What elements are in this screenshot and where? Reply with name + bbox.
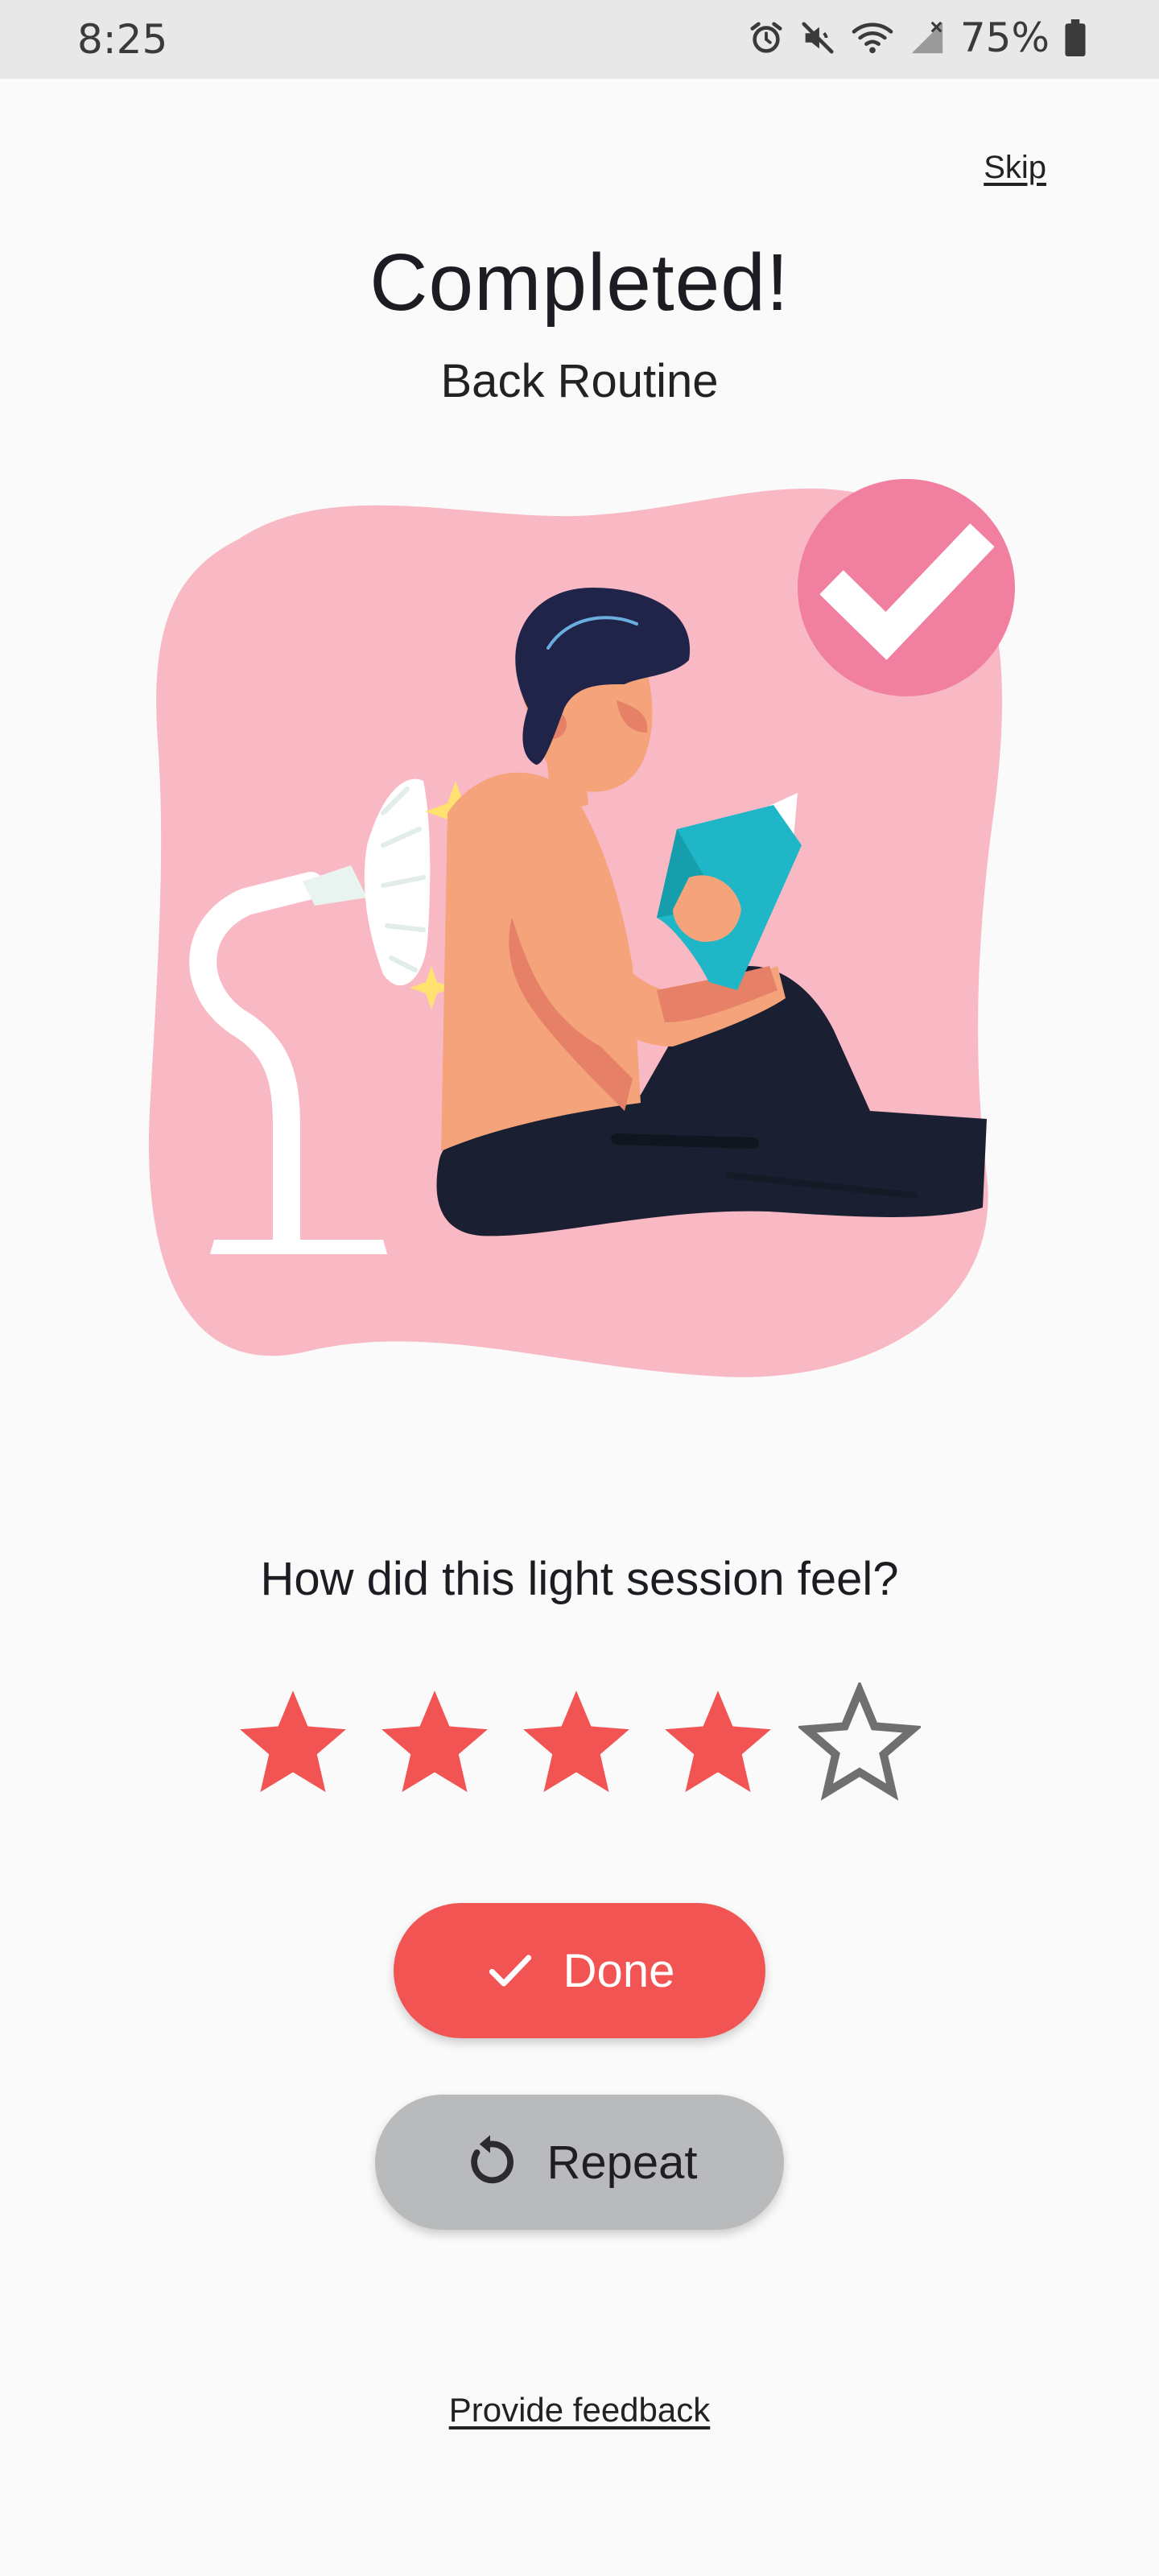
star-rating[interactable] xyxy=(232,1682,921,1805)
cell-signal-icon xyxy=(911,21,943,54)
done-button[interactable]: Done xyxy=(394,1903,765,2038)
status-time: 8:25 xyxy=(77,16,168,63)
repeat-button[interactable]: Repeat xyxy=(375,2095,784,2230)
star-filled-icon[interactable] xyxy=(232,1682,354,1805)
skip-link[interactable]: Skip xyxy=(984,150,1046,186)
star-filled-icon[interactable] xyxy=(657,1682,779,1805)
star-filled-icon[interactable] xyxy=(373,1682,496,1805)
status-bar: 8:25 75% xyxy=(0,0,1159,79)
completion-illustration xyxy=(148,479,1015,1377)
repeat-icon xyxy=(471,2135,514,2184)
done-button-label: Done xyxy=(563,1944,675,1997)
routine-name: Back Routine xyxy=(440,355,719,407)
battery-icon xyxy=(1065,19,1086,56)
status-icons: 75% xyxy=(748,18,1087,58)
checkmark-icon xyxy=(489,1955,531,1987)
wifi-icon xyxy=(852,23,893,54)
mute-icon xyxy=(802,22,834,54)
checkmark-badge-icon xyxy=(798,479,1015,696)
page-title: Completed! xyxy=(369,237,790,328)
battery-percent: 75% xyxy=(959,14,1050,61)
repeat-button-label: Repeat xyxy=(547,2136,698,2189)
star-empty-icon[interactable] xyxy=(798,1682,921,1805)
provide-feedback-link[interactable]: Provide feedback xyxy=(449,2391,711,2429)
alarm-icon xyxy=(750,22,782,53)
feedback-row: Provide feedback xyxy=(0,2391,1159,2429)
star-filled-icon[interactable] xyxy=(515,1682,637,1805)
rating-question: How did this light session feel? xyxy=(260,1553,899,1605)
